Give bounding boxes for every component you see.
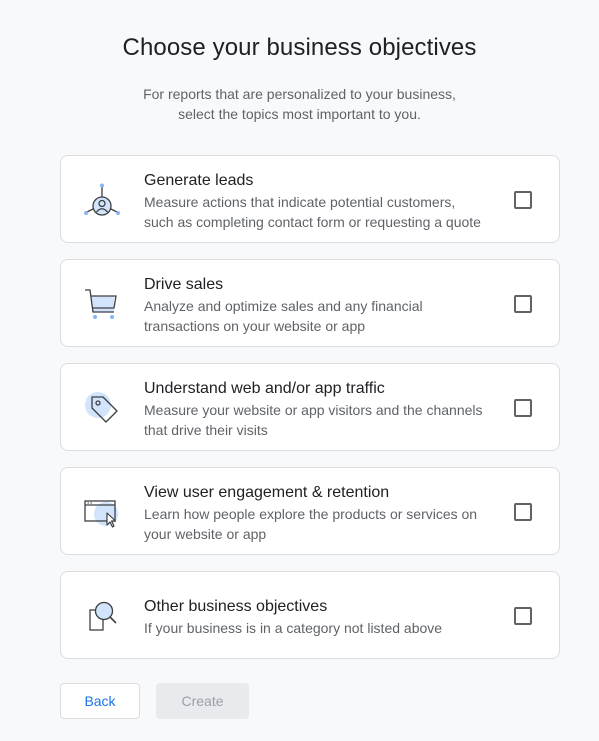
objective-description-line: Analyze and optimize sales and any finan…: [144, 298, 423, 314]
objective-card-web-app-traffic[interactable]: Understand web and/or app traffic Measur…: [60, 363, 560, 451]
magnifier-document-icon: [82, 596, 122, 636]
web-app-traffic-checkbox[interactable]: [514, 399, 532, 417]
objective-card-drive-sales[interactable]: Drive sales Analyze and optimize sales a…: [60, 259, 560, 347]
subtitle-line-2: select the topics most important to you.: [178, 106, 421, 122]
objective-description-line: If your business is in a category not li…: [144, 620, 443, 636]
objectives-list: Generate leads Measure actions that indi…: [60, 155, 560, 675]
objective-description-line: Measure your website or app visitors and…: [144, 402, 483, 418]
user-engagement-checkbox[interactable]: [514, 503, 532, 521]
leads-person-icon: [82, 180, 122, 220]
page-subtitle: For reports that are personalized to you…: [0, 84, 599, 124]
objective-title: View user engagement & retention: [144, 484, 390, 501]
back-button[interactable]: Back: [60, 683, 140, 719]
objective-text: Other business objectives If your busine…: [144, 597, 504, 638]
browser-cursor-icon: [82, 492, 122, 532]
objective-text: Drive sales Analyze and optimize sales a…: [144, 275, 504, 336]
objective-description: Measure actions that indicate potential …: [144, 192, 504, 232]
drive-sales-checkbox[interactable]: [514, 295, 532, 313]
create-button[interactable]: Create: [156, 683, 249, 719]
page-title: Choose your business objectives: [122, 34, 477, 61]
objective-description-line: Measure actions that indicate potential …: [144, 194, 456, 210]
objective-text: Understand web and/or app traffic Measur…: [144, 379, 504, 440]
objective-card-user-engagement[interactable]: View user engagement & retention Learn h…: [60, 467, 560, 555]
objective-title: Understand web and/or app traffic: [144, 380, 385, 397]
objective-description-line: transactions on your website or app: [144, 318, 366, 334]
shopping-cart-icon: [82, 284, 122, 324]
objective-description: Analyze and optimize sales and any finan…: [144, 296, 504, 336]
objective-description-line: your website or app: [144, 526, 267, 542]
objective-text: Generate leads Measure actions that indi…: [144, 171, 504, 232]
objective-card-other[interactable]: Other business objectives If your busine…: [60, 571, 560, 659]
objective-description-line: Learn how people explore the products or…: [144, 506, 478, 522]
generate-leads-checkbox[interactable]: [514, 191, 532, 209]
objective-description: Learn how people explore the products or…: [144, 504, 504, 544]
objective-text: View user engagement & retention Learn h…: [144, 483, 504, 544]
objective-description-line: such as completing contact form or reque…: [144, 214, 481, 230]
objective-description: Measure your website or app visitors and…: [144, 400, 504, 440]
objective-title: Other business objectives: [144, 598, 328, 615]
objective-title: Drive sales: [144, 276, 224, 293]
objective-card-generate-leads[interactable]: Generate leads Measure actions that indi…: [60, 155, 560, 243]
other-objectives-checkbox[interactable]: [514, 607, 532, 625]
subtitle-line-1: For reports that are personalized to you…: [143, 86, 456, 102]
objective-title: Generate leads: [144, 172, 254, 189]
price-tag-icon: [82, 388, 122, 428]
objective-description: If your business is in a category not li…: [144, 618, 504, 638]
objective-description-line: that drive their visits: [144, 422, 268, 438]
